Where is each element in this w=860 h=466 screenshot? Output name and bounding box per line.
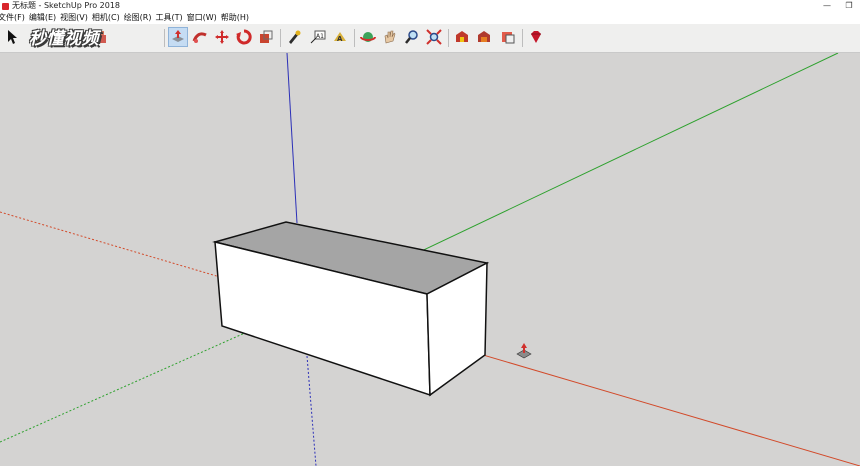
menu-tools[interactable]: 工具(T) bbox=[156, 12, 187, 24]
menu-window[interactable]: 窗口(W) bbox=[187, 12, 221, 24]
blue-axis-positive bbox=[286, 53, 298, 224]
extension-warehouse-icon bbox=[478, 31, 490, 42]
text-button[interactable]: A1 bbox=[308, 27, 328, 47]
3d-text-icon: A bbox=[334, 32, 346, 43]
3d-text-button[interactable]: A bbox=[330, 27, 350, 47]
text-icon: A1 bbox=[310, 30, 326, 44]
tape-measure-button[interactable] bbox=[284, 27, 304, 47]
tape-measure-icon bbox=[289, 30, 301, 44]
scale-icon bbox=[260, 30, 273, 43]
menu-view[interactable]: 视图(V) bbox=[60, 12, 92, 24]
zoom-button[interactable] bbox=[402, 27, 422, 47]
move-icon bbox=[215, 30, 229, 44]
sketchup-app-icon bbox=[2, 2, 9, 10]
blue-axis-negative bbox=[306, 355, 317, 466]
menu-bar: 文件(F) 编辑(E) 视图(V) 相机(C) 绘图(R) 工具(T) 窗口(W… bbox=[0, 12, 860, 24]
pan-icon bbox=[384, 30, 396, 44]
3d-warehouse-button[interactable] bbox=[452, 27, 472, 47]
red-axis-negative bbox=[0, 211, 231, 281]
follow-me-icon bbox=[192, 32, 207, 43]
svg-text:A: A bbox=[337, 35, 343, 43]
menu-file[interactable]: 文件(F) bbox=[0, 12, 29, 24]
title-bar: 无标题 - SketchUp Pro 2018 — ❐ bbox=[0, 0, 860, 12]
send-to-layout-button[interactable] bbox=[498, 27, 518, 47]
maximize-button[interactable]: ❐ bbox=[838, 0, 860, 12]
3d-viewport[interactable] bbox=[0, 53, 860, 466]
push-pull-button[interactable] bbox=[168, 27, 188, 47]
rotate-icon bbox=[236, 29, 252, 45]
pan-button[interactable] bbox=[380, 27, 400, 47]
video-watermark: 秒懂视频 bbox=[29, 29, 99, 49]
push-pull-icon bbox=[172, 30, 184, 42]
move-button[interactable] bbox=[212, 27, 232, 47]
push-pull-cursor bbox=[516, 343, 532, 359]
zoom-extents-button[interactable] bbox=[424, 27, 444, 47]
extension-manager-button[interactable] bbox=[526, 27, 546, 47]
ruby-icon bbox=[531, 31, 541, 43]
orbit-button[interactable] bbox=[358, 27, 378, 47]
toolbar-separator bbox=[280, 29, 281, 47]
select-icon bbox=[8, 30, 17, 44]
toolbar-separator bbox=[448, 29, 449, 47]
follow-me-button[interactable] bbox=[190, 27, 210, 47]
zoom-extents-icon bbox=[426, 29, 442, 45]
main-toolbar: A1 A bbox=[0, 24, 860, 53]
window-controls: — ❐ bbox=[816, 0, 860, 12]
minimize-button[interactable]: — bbox=[816, 0, 838, 12]
menu-edit[interactable]: 编辑(E) bbox=[29, 12, 60, 24]
rotate-button[interactable] bbox=[234, 27, 254, 47]
menu-camera[interactable]: 相机(C) bbox=[92, 12, 124, 24]
zoom-icon bbox=[405, 30, 418, 44]
menu-draw[interactable]: 绘图(R) bbox=[124, 12, 156, 24]
warehouse-icon bbox=[456, 31, 468, 42]
scale-button[interactable] bbox=[256, 27, 276, 47]
toolbar-separator bbox=[522, 29, 523, 47]
window-title: 无标题 - SketchUp Pro 2018 bbox=[12, 1, 120, 10]
send-to-layout-icon bbox=[502, 32, 515, 44]
extension-warehouse-button[interactable] bbox=[474, 27, 494, 47]
menu-help[interactable]: 帮助(H) bbox=[221, 12, 253, 24]
orbit-icon bbox=[360, 32, 376, 42]
select-tool-button[interactable] bbox=[2, 27, 22, 47]
toolbar-separator bbox=[354, 29, 355, 47]
toolbar-separator bbox=[164, 29, 165, 47]
svg-text:A1: A1 bbox=[316, 33, 324, 40]
